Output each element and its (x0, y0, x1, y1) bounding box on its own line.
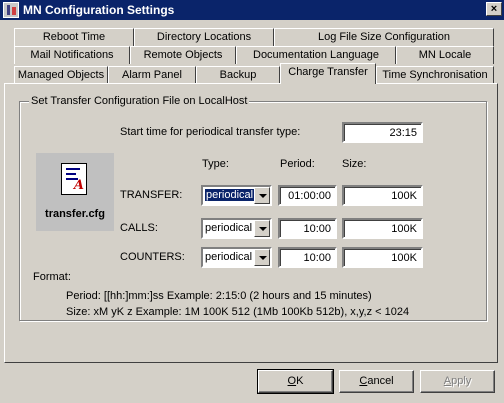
tab-mn-locale[interactable]: MN Locale (396, 46, 494, 64)
calls-period-input[interactable]: 10:00 (278, 218, 337, 239)
counters-type-value: periodical (205, 251, 253, 263)
start-time-label: Start time for periodical transfer type: (120, 126, 301, 138)
calls-type-value: periodical (205, 222, 253, 234)
ok-label: K (296, 375, 304, 387)
counters-size-input[interactable]: 100K (342, 247, 423, 268)
tab-charge-transfer[interactable]: Charge Transfer (280, 63, 376, 84)
tab-backup[interactable]: Backup (196, 66, 280, 84)
transfer-label: TRANSFER: (120, 189, 183, 201)
tab-remote-objects[interactable]: Remote Objects (130, 46, 236, 64)
calls-label: CALLS: (120, 222, 158, 234)
format-label: Format: (33, 271, 71, 283)
transfer-type-select[interactable]: periodical (201, 185, 272, 206)
title-bar: MN Configuration Settings × (0, 0, 504, 20)
ok-mnemonic: O (287, 375, 297, 387)
tab-documentation-language[interactable]: Documentation Language (236, 46, 396, 64)
tab-mail-notifications[interactable]: Mail Notifications (14, 46, 130, 64)
file-tile: A transfer.cfg (36, 153, 114, 231)
app-icon (3, 2, 19, 18)
config-file-icon: A (61, 163, 87, 195)
size-column-header: Size: (342, 158, 367, 170)
group-title: Set Transfer Configuration File on Local… (29, 95, 250, 107)
ok-button[interactable]: OK (257, 369, 334, 394)
format-size-help: Size: xM yK z Example: 1M 100K 512 (1Mb … (66, 306, 410, 318)
apply-label: pply (451, 375, 472, 387)
type-column-header: Type: (202, 158, 229, 170)
transfer-type-value: periodical (205, 189, 255, 201)
format-period-help: Period: [[hh:]mm:]ss Example: 2:15:0 (2 … (66, 290, 372, 302)
tab-time-synchronisation[interactable]: Time Synchronisation (376, 66, 494, 84)
transfer-period-input[interactable]: 01:00:00 (278, 185, 337, 206)
counters-label: COUNTERS: (120, 251, 185, 263)
chevron-down-icon[interactable] (254, 220, 270, 237)
chevron-down-icon[interactable] (254, 249, 270, 266)
counters-type-select[interactable]: periodical (201, 247, 272, 268)
calls-size-input[interactable]: 100K (342, 218, 423, 239)
window-title: MN Configuration Settings (23, 3, 175, 17)
tab-log-file-size[interactable]: Log File Size Configuration (274, 28, 494, 46)
start-time-input[interactable]: 23:15 (342, 122, 423, 143)
chevron-down-icon[interactable] (254, 187, 270, 204)
close-button[interactable]: × (486, 2, 502, 16)
period-column-header: Period: (280, 158, 315, 170)
apply-button[interactable]: Apply (420, 370, 495, 393)
tab-directory-locations[interactable]: Directory Locations (134, 28, 274, 46)
apply-mnemonic: A (443, 375, 452, 387)
tab-managed-objects[interactable]: Managed Objects (14, 66, 108, 84)
cancel-label: ancel (367, 375, 394, 387)
transfer-size-input[interactable]: 100K (342, 185, 423, 206)
counters-period-input[interactable]: 10:00 (278, 247, 337, 268)
cancel-button[interactable]: Cancel (339, 370, 414, 393)
file-name: transfer.cfg (45, 208, 105, 220)
tab-alarm-panel[interactable]: Alarm Panel (108, 66, 196, 84)
tab-reboot-time[interactable]: Reboot Time (14, 28, 134, 46)
calls-type-select[interactable]: periodical (201, 218, 272, 239)
